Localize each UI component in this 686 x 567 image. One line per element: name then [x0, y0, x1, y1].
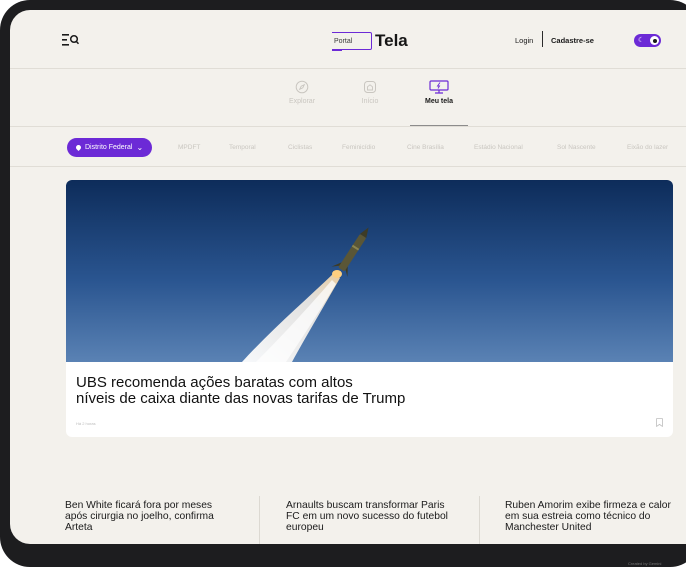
topic-link[interactable]: Temporal	[229, 144, 256, 151]
hero-missile-photo	[66, 180, 673, 362]
monitor-icon	[429, 80, 449, 94]
story-separator	[259, 496, 260, 544]
hero-headline-line2: níveis de caixa diante das novas tarifas…	[76, 390, 406, 407]
nav-rule	[10, 126, 686, 127]
nav-label-explorar: Explorar	[288, 98, 316, 105]
theme-toggle[interactable]: ☾	[634, 34, 661, 47]
hero-timestamp: Há 2 horas	[76, 421, 96, 426]
site-header: Portal Tela Login Cadastre-se ☾	[10, 10, 686, 68]
story-item[interactable]: Ruben Amorim exibe firmeza e calor em su…	[505, 500, 675, 533]
topic-link[interactable]: Sol Nascente	[557, 144, 596, 151]
hero-headline-line1: UBS recomenda ações baratas com altos	[76, 374, 353, 391]
compass-icon	[295, 80, 309, 94]
login-link[interactable]: Login	[515, 36, 533, 45]
nav-meu-tela[interactable]: Meu tela	[409, 80, 469, 105]
corner-note: Created by Gemini	[628, 561, 662, 566]
home-icon	[364, 81, 376, 93]
hero-article-card[interactable]: UBS recomenda ações baratas com altos ní…	[66, 180, 673, 437]
chevron-down-icon: ⌄	[136, 143, 144, 152]
nav-label-inicio: Início	[361, 98, 379, 105]
moon-icon: ☾	[638, 37, 645, 44]
signup-link[interactable]: Cadastre-se	[551, 36, 594, 45]
topic-link[interactable]: MPDFT	[178, 144, 200, 151]
topic-link[interactable]: Estádio Nacional	[474, 144, 523, 151]
logo-frame: Portal	[332, 32, 372, 51]
region-selector[interactable]: Distrito Federal ⌄	[67, 138, 152, 157]
story-item[interactable]: Ben White ficará fora por meses após cir…	[65, 500, 235, 533]
tablet-screen: Portal Tela Login Cadastre-se ☾ Explorar…	[10, 10, 686, 544]
story-item[interactable]: Arnaults buscam transformar Paris FC em …	[286, 500, 456, 533]
hero-headline[interactable]: UBS recomenda ações baratas com altos ní…	[76, 375, 516, 407]
topic-link[interactable]: Eixão do lazer	[627, 144, 668, 151]
logo-small-text: Portal	[334, 37, 353, 45]
topic-link[interactable]: Feminicídio	[342, 144, 375, 151]
region-label: Distrito Federal	[85, 144, 133, 151]
header-rule	[10, 68, 686, 69]
story-separator	[479, 496, 480, 544]
portal-tela-logo[interactable]: Portal Tela	[332, 30, 408, 52]
topic-link[interactable]: Ciclistas	[288, 144, 312, 151]
menu-search-icon[interactable]	[62, 33, 80, 47]
topic-link[interactable]: Cine Brasília	[407, 144, 444, 151]
nav-inicio[interactable]: Início	[340, 80, 400, 105]
location-pin-icon	[74, 143, 83, 152]
bookmark-icon[interactable]	[656, 418, 663, 427]
logo-word: Tela	[375, 31, 408, 50]
header-divider	[542, 31, 543, 47]
nav-explorar[interactable]: Explorar	[272, 80, 332, 105]
nav-label-meu-tela: Meu tela	[424, 98, 453, 105]
toggle-knob	[650, 36, 659, 45]
topics-rule	[10, 166, 686, 167]
